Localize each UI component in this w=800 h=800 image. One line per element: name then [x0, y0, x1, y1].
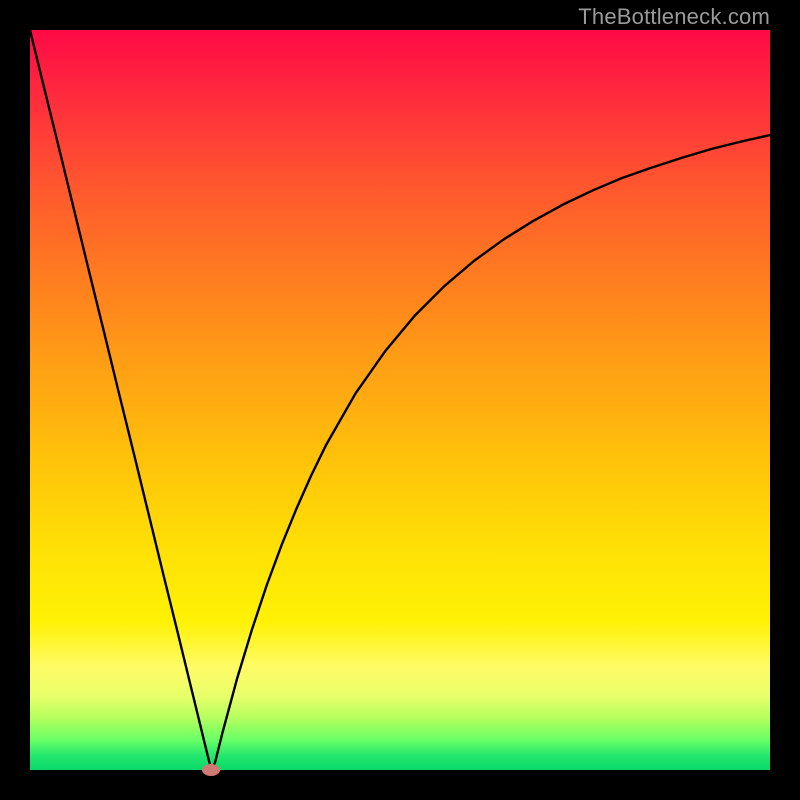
- bottleneck-curve: [30, 30, 770, 770]
- plot-area: [30, 30, 770, 770]
- curve-path: [30, 30, 770, 770]
- chart-frame: TheBottleneck.com: [0, 0, 800, 800]
- optimal-point-marker: [202, 764, 220, 776]
- watermark-text: TheBottleneck.com: [578, 4, 770, 30]
